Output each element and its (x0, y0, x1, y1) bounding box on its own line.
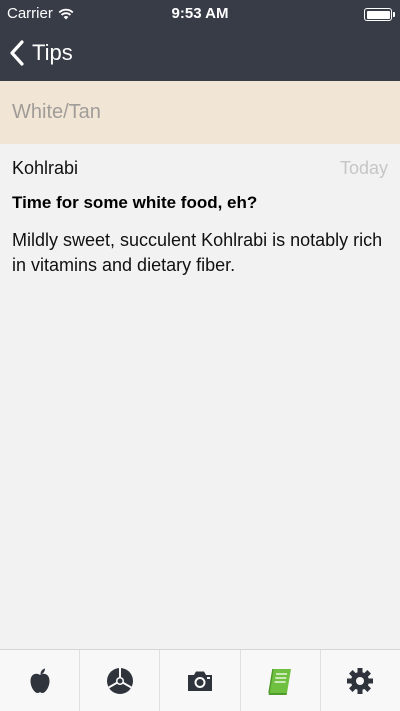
gear-icon (347, 667, 374, 694)
back-button-label: Tips (32, 40, 73, 65)
tip-title: Time for some white food, eh? (12, 193, 258, 212)
tip-food-name: Kohlrabi (12, 158, 79, 178)
category-label: White/Tan (12, 101, 101, 123)
tab-color-wheel[interactable] (80, 650, 161, 711)
apple-icon (30, 668, 50, 693)
tab-apple[interactable] (0, 650, 81, 711)
battery-icon (364, 8, 395, 21)
category-band: White/Tan (0, 81, 400, 144)
book-icon (268, 668, 292, 695)
tab-settings[interactable] (321, 650, 400, 711)
navigation-header: Carrier 9:53 AM Tips (0, 0, 400, 81)
chevron-left-icon (10, 40, 24, 66)
status-bar: Carrier 9:53 AM (0, 0, 400, 28)
tab-bar (0, 649, 400, 711)
status-time: 9:53 AM (171, 5, 229, 22)
tab-tips[interactable] (241, 650, 321, 711)
tab-camera[interactable] (160, 650, 241, 711)
color-wheel-icon (106, 667, 133, 694)
tip-body: Mildly sweet, succulent Kohlrabi is nota… (12, 230, 383, 275)
camera-icon (188, 671, 212, 691)
tip-date: Today (339, 158, 388, 178)
back-button[interactable]: Tips (9, 38, 73, 68)
